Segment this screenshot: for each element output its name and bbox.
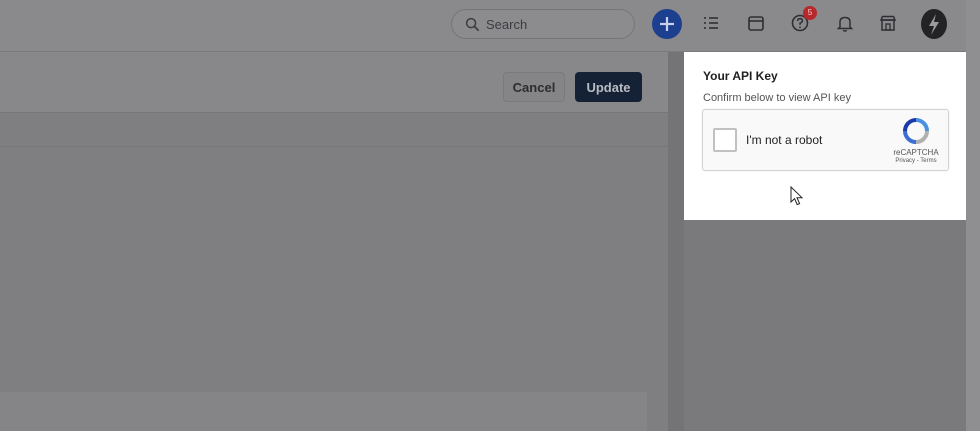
recaptcha-logo-icon	[903, 118, 929, 144]
add-button[interactable]	[652, 9, 682, 39]
recaptcha-brand: reCAPTCHA	[893, 148, 939, 157]
content-panel	[0, 147, 668, 431]
captcha-label: I'm not a robot	[746, 133, 823, 147]
recaptcha-widget: I'm not a robot reCAPTCHA Privacy - Term…	[702, 109, 949, 171]
update-button[interactable]: Update	[575, 72, 642, 102]
cancel-button[interactable]: Cancel	[503, 72, 565, 102]
notification-badge: 5	[803, 6, 817, 20]
mouse-cursor-icon	[790, 186, 804, 206]
search-icon	[465, 17, 480, 32]
captcha-checkbox[interactable]	[713, 128, 737, 152]
store-icon[interactable]	[877, 12, 899, 34]
top-header: Search 5	[0, 0, 980, 52]
search-placeholder: Search	[486, 17, 528, 32]
side-panel	[684, 220, 966, 431]
avatar[interactable]	[921, 9, 947, 39]
api-key-popover: Your API Key Confirm below to view API k…	[684, 52, 966, 220]
divider	[0, 112, 668, 113]
search-bar[interactable]: Search	[451, 9, 635, 39]
popover-subtitle: Confirm below to view API key	[703, 92, 851, 104]
popover-title: Your API Key	[703, 69, 778, 83]
recaptcha-links[interactable]: Privacy - Terms	[891, 158, 941, 164]
action-toolbar	[0, 52, 668, 112]
lightning-icon	[929, 14, 939, 35]
list-icon[interactable]	[700, 12, 722, 34]
bell-icon[interactable]	[834, 12, 856, 34]
panel-gutter	[668, 52, 684, 431]
plus-icon	[660, 17, 674, 31]
scrollbar[interactable]	[966, 0, 980, 431]
content-footer-block	[0, 392, 647, 431]
calendar-icon[interactable]	[745, 12, 767, 34]
